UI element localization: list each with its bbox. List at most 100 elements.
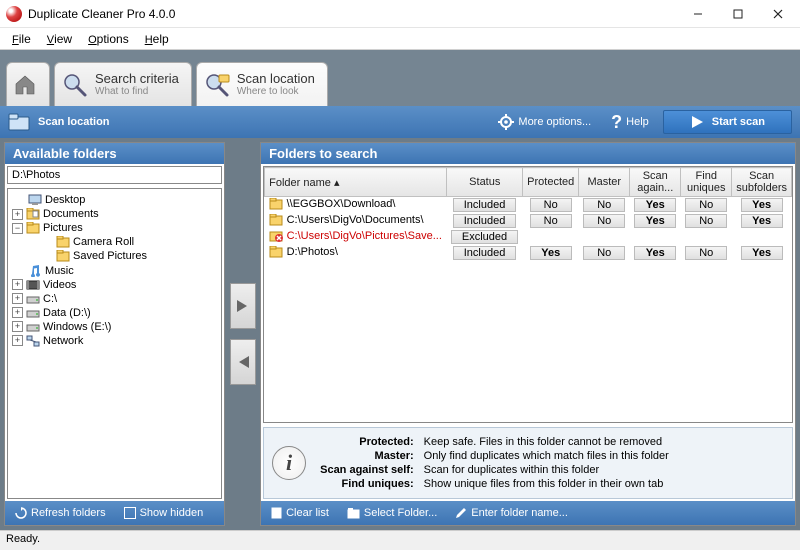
col-master[interactable]: Master xyxy=(579,168,630,197)
home-icon xyxy=(13,71,37,99)
maximize-button[interactable] xyxy=(718,0,758,28)
network-icon xyxy=(26,335,40,347)
col-scan-subfolders[interactable]: Scan subfolders xyxy=(732,168,792,197)
tab-home[interactable] xyxy=(6,62,50,106)
legend-box: i Protected:Keep safe. Files in this fol… xyxy=(263,427,793,499)
refresh-icon xyxy=(15,507,27,519)
gear-icon xyxy=(498,114,514,130)
drive-icon xyxy=(26,293,40,305)
folder-icon xyxy=(269,246,283,258)
expand-icon[interactable]: + xyxy=(12,321,23,332)
window-title: Duplicate Cleaner Pro 4.0.0 xyxy=(28,7,678,21)
table-row[interactable]: C:\Users\DigVo\Pictures\Save...Excluded xyxy=(265,229,792,245)
col-status[interactable]: Status xyxy=(447,168,523,197)
table-row[interactable]: C:\Users\DigVo\Documents\IncludedNoNoYes… xyxy=(265,213,792,229)
expand-icon[interactable]: + xyxy=(12,293,23,304)
select-folder-button[interactable]: Select Folder... xyxy=(343,505,441,521)
action-bar: Scan location More options... ? Help Sta… xyxy=(0,106,800,138)
play-icon xyxy=(690,115,704,129)
tree-saved-pictures[interactable]: Saved Pictures xyxy=(73,250,147,262)
tab-scan-sub: Where to look xyxy=(237,86,315,97)
folder-icon xyxy=(269,198,283,210)
tab-search-criteria[interactable]: Search criteria What to find xyxy=(54,62,192,106)
menu-options[interactable]: Options xyxy=(82,30,135,48)
tree-network[interactable]: Network xyxy=(43,335,83,347)
expand-icon[interactable]: + xyxy=(12,279,23,290)
path-input[interactable] xyxy=(7,166,222,184)
folder-icon xyxy=(56,236,70,248)
documents-icon xyxy=(26,208,40,220)
col-find-uniques[interactable]: Find uniques xyxy=(681,168,732,197)
folder-icon xyxy=(8,113,30,131)
col-folder-name[interactable]: Folder name ▴ xyxy=(265,168,447,197)
folder-icon xyxy=(56,250,70,262)
left-bottom-bar: Refresh folders Show hidden xyxy=(5,501,224,525)
tab-search-title: Search criteria xyxy=(95,72,179,86)
tree-data-drive[interactable]: Data (D:\) xyxy=(43,307,91,319)
enter-folder-name-button[interactable]: Enter folder name... xyxy=(451,505,572,521)
collapse-icon[interactable]: − xyxy=(12,223,23,234)
folders-to-search-panel: Folders to search Folder name ▴ Status P… xyxy=(260,142,796,526)
tree-desktop[interactable]: Desktop xyxy=(45,194,85,206)
magnifier-folder-icon xyxy=(203,71,231,99)
remove-folder-button[interactable] xyxy=(230,339,256,385)
folders-table[interactable]: Folder name ▴ Status Protected Master Sc… xyxy=(264,167,792,261)
app-icon xyxy=(6,6,22,22)
info-icon: i xyxy=(272,446,306,480)
menu-help[interactable]: Help xyxy=(139,30,175,48)
videos-icon xyxy=(26,279,40,291)
more-options-button[interactable]: More options... xyxy=(492,110,597,134)
status-bar: Ready. xyxy=(0,530,800,550)
tree-documents[interactable]: Documents xyxy=(43,208,99,220)
tab-scan-location[interactable]: Scan location Where to look xyxy=(196,62,328,106)
transfer-arrows xyxy=(229,142,256,526)
tree-windows-drive[interactable]: Windows (E:\) xyxy=(43,321,111,333)
clear-list-button[interactable]: Clear list xyxy=(267,505,333,521)
table-row[interactable]: \\EGGBOX\Download\IncludedNoNoYesNoYes xyxy=(265,197,792,214)
tree-camera-roll[interactable]: Camera Roll xyxy=(73,236,134,248)
expand-icon[interactable]: + xyxy=(12,307,23,318)
document-icon xyxy=(271,507,282,519)
status-text: Ready. xyxy=(6,533,40,545)
tree-music[interactable]: Music xyxy=(45,265,74,277)
help-button[interactable]: ? Help xyxy=(605,108,655,137)
tree-pictures[interactable]: Pictures xyxy=(43,222,83,234)
folder-tree[interactable]: Desktop + Documents − Pictures Camera Roll… xyxy=(7,188,222,499)
folder-icon xyxy=(269,214,283,226)
section-title: Scan location xyxy=(38,116,110,128)
right-bottom-bar: Clear list Select Folder... Enter folder… xyxy=(261,501,795,525)
table-row[interactable]: D:\Photos\IncludedYesNoYesNoYes xyxy=(265,245,792,261)
folder-icon xyxy=(347,507,360,519)
desktop-icon xyxy=(28,194,42,206)
tree-c-drive[interactable]: C:\ xyxy=(43,293,57,305)
available-folders-header: Available folders xyxy=(5,143,224,164)
pictures-icon xyxy=(26,222,40,234)
available-folders-panel: Available folders Desktop + Documents − Pi… xyxy=(4,142,225,526)
add-folder-button[interactable] xyxy=(230,283,256,329)
title-bar: Duplicate Cleaner Pro 4.0.0 xyxy=(0,0,800,28)
menu-view[interactable]: View xyxy=(41,30,78,48)
menu-file[interactable]: File xyxy=(6,30,37,48)
expand-icon[interactable]: + xyxy=(12,335,23,346)
checkbox-icon xyxy=(124,507,136,519)
col-scan-against[interactable]: Scan again... xyxy=(630,168,681,197)
pencil-icon xyxy=(455,507,467,519)
music-icon xyxy=(28,264,42,276)
tab-search-sub: What to find xyxy=(95,86,179,97)
folder-icon xyxy=(269,230,283,242)
show-hidden-toggle[interactable]: Show hidden xyxy=(120,505,208,521)
tab-scan-title: Scan location xyxy=(237,72,315,86)
work-area: Available folders Desktop + Documents − Pi… xyxy=(0,138,800,530)
minimize-button[interactable] xyxy=(678,0,718,28)
refresh-folders-button[interactable]: Refresh folders xyxy=(11,505,110,521)
folders-to-search-header: Folders to search xyxy=(261,143,795,164)
tree-videos[interactable]: Videos xyxy=(43,279,76,291)
start-scan-button[interactable]: Start scan xyxy=(663,110,792,134)
close-button[interactable] xyxy=(758,0,798,28)
sort-asc-icon: ▴ xyxy=(334,177,340,189)
toolbar: Search criteria What to find Scan locati… xyxy=(0,50,800,106)
col-protected[interactable]: Protected xyxy=(523,168,579,197)
question-icon: ? xyxy=(611,112,622,133)
expand-icon[interactable]: + xyxy=(12,209,23,220)
magnifier-icon xyxy=(61,71,89,99)
